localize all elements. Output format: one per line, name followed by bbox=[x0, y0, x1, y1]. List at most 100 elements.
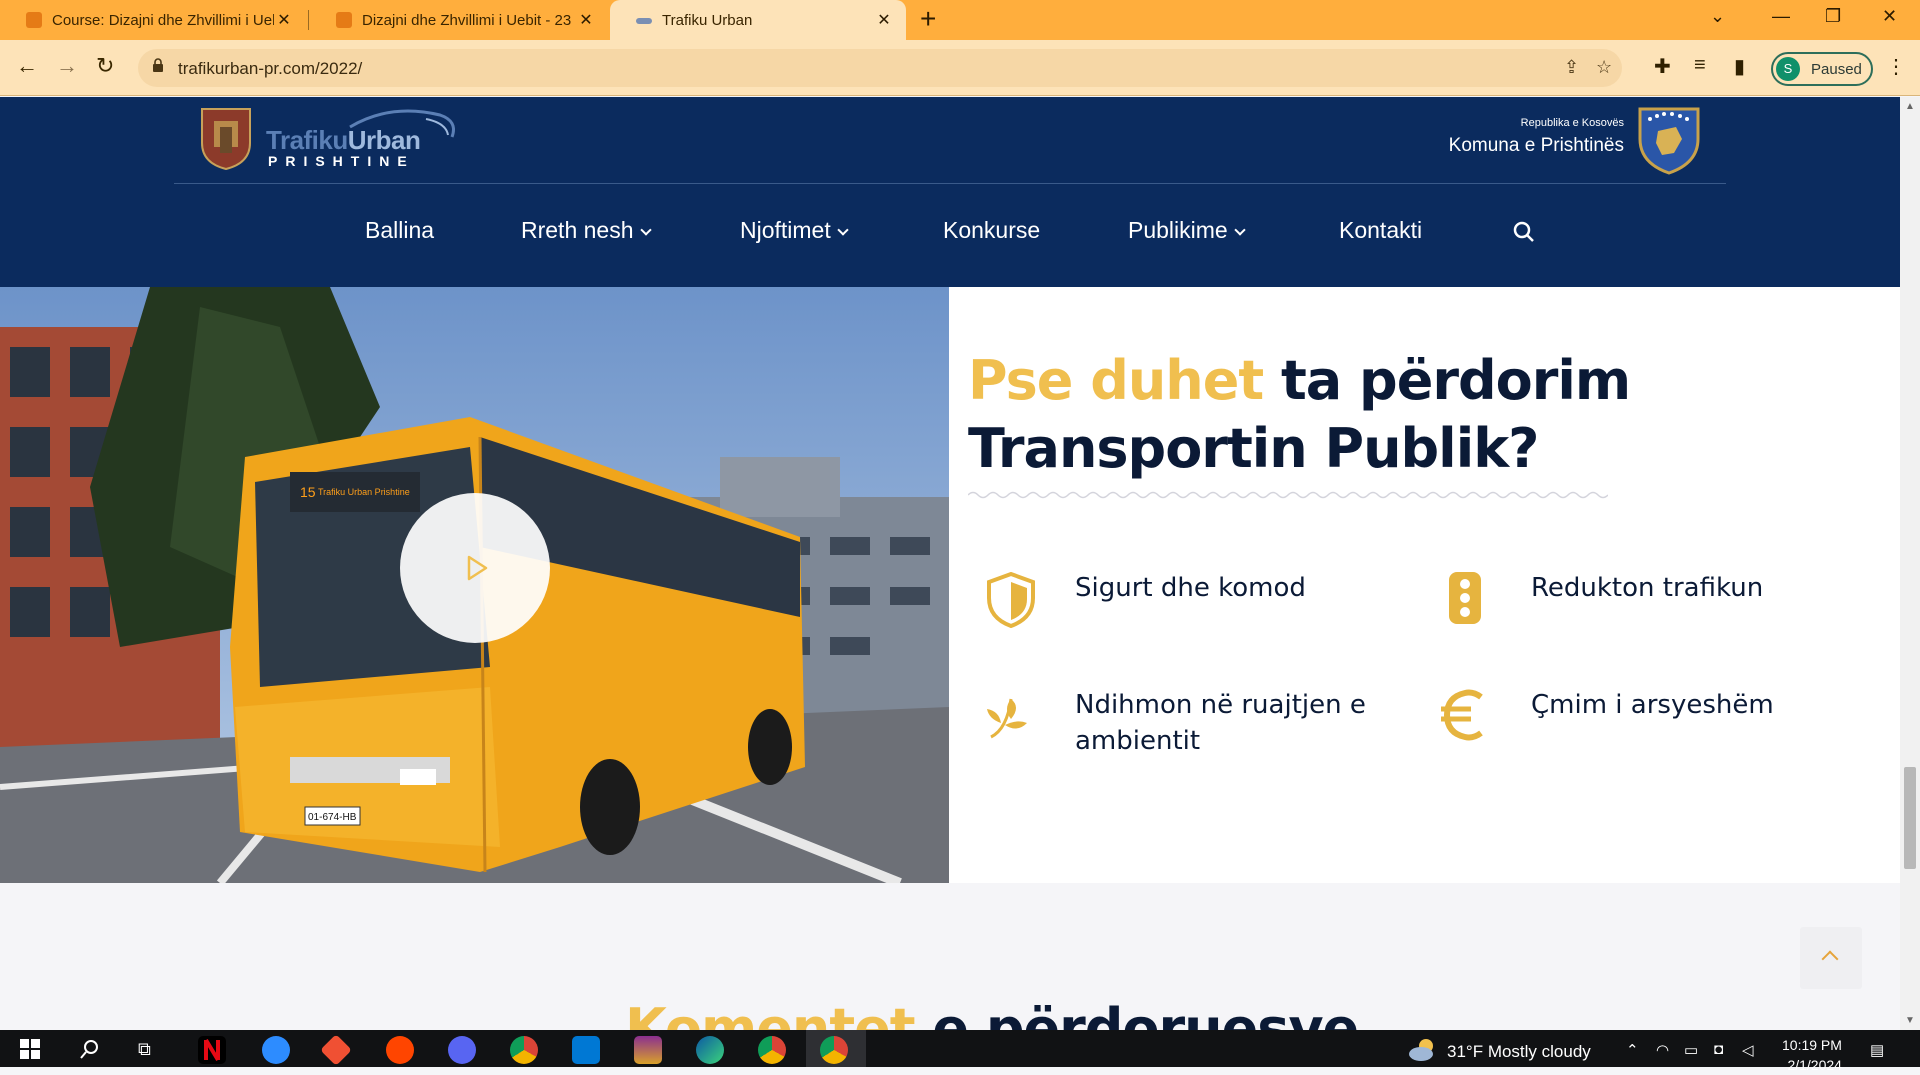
side-panel-icon[interactable]: ▮ bbox=[1734, 54, 1745, 79]
vscode-icon[interactable] bbox=[572, 1036, 600, 1064]
leaf-icon bbox=[987, 698, 1027, 739]
kosovo-emblem-icon[interactable] bbox=[1634, 105, 1704, 175]
url-text[interactable]: trafikurban-pr.com/2022/ bbox=[178, 59, 362, 79]
nav-publikime[interactable]: Publikime bbox=[1128, 217, 1246, 244]
nav-label: Konkurse bbox=[943, 217, 1041, 243]
cloudy-weather-icon[interactable] bbox=[1408, 1036, 1438, 1062]
edge-icon[interactable] bbox=[696, 1036, 724, 1064]
traffic-light-icon bbox=[1449, 572, 1481, 624]
tab-title: Dizajni dhe Zhvillimi i Uebit - 23 bbox=[362, 11, 572, 29]
nav-label: Publikime bbox=[1128, 217, 1228, 243]
back-to-top-button[interactable] bbox=[1800, 927, 1862, 989]
windows-start-icon[interactable] bbox=[20, 1039, 40, 1059]
scroll-down-arrow-icon[interactable]: ▼ bbox=[1905, 1015, 1915, 1026]
feature-traffic: Redukton trafikun bbox=[1531, 573, 1764, 603]
wifi-icon[interactable]: ◠ bbox=[1656, 1041, 1669, 1059]
tab-search-chevron-icon[interactable]: ⌄ bbox=[1710, 6, 1725, 27]
forward-icon[interactable]: → bbox=[56, 53, 78, 79]
reddit-icon[interactable] bbox=[386, 1036, 414, 1064]
volume-icon[interactable]: ◁ bbox=[1742, 1041, 1754, 1059]
browser-tab-2[interactable]: Dizajni dhe Zhvillimi i Uebit - 23 ✕ bbox=[310, 0, 608, 40]
browser-tab-3-active[interactable]: Trafiku Urban ✕ bbox=[610, 0, 906, 40]
title-accent: Pse duhet bbox=[968, 349, 1264, 412]
notifications-icon[interactable]: ▤ bbox=[1870, 1041, 1884, 1059]
chrome-icon[interactable] bbox=[758, 1036, 786, 1064]
title-rest: ta përdorim bbox=[1280, 349, 1631, 412]
nav-label: Rreth nesh bbox=[521, 217, 634, 243]
battery-icon[interactable]: ▭ bbox=[1684, 1041, 1698, 1059]
browser-toolbar: ← → ↻ trafikurban-pr.com/2022/ ⇪ ☆ ✚ ≡ ▮… bbox=[0, 40, 1920, 96]
reload-icon[interactable]: ↻ bbox=[96, 53, 114, 79]
logo-word-2: Urban bbox=[347, 125, 421, 155]
search-icon[interactable] bbox=[1513, 221, 1535, 243]
scroll-thumb[interactable] bbox=[1904, 767, 1916, 869]
prishtina-crest-icon[interactable] bbox=[200, 107, 252, 171]
profile-button[interactable]: S Paused bbox=[1771, 52, 1873, 86]
municipality-label: Komuna e Prishtinës bbox=[1448, 135, 1624, 156]
header-divider bbox=[174, 183, 1726, 184]
title-wave-divider bbox=[968, 491, 1608, 499]
bookmark-star-icon[interactable]: ☆ bbox=[1596, 57, 1612, 78]
close-tab-icon[interactable]: ✕ bbox=[874, 10, 894, 30]
browser-tab-bar: Course: Dizajni dhe Zhvillimi i Uebit ✕ … bbox=[0, 0, 1920, 40]
nav-label: Njoftimet bbox=[740, 217, 831, 243]
browser-tab-1[interactable]: Course: Dizajni dhe Zhvillimi i Uebit ✕ bbox=[0, 0, 306, 40]
minimize-icon[interactable]: — bbox=[1772, 6, 1790, 27]
feature-environment: Ndihmon në ruajtjen e ambientit bbox=[1075, 690, 1366, 756]
nav-ballina[interactable]: Ballina bbox=[365, 217, 434, 244]
media-control-icon[interactable]: ≡ bbox=[1694, 54, 1706, 77]
nav-kontakti[interactable]: Kontakti bbox=[1339, 217, 1422, 244]
why-public-transport-section: Pse duhet ta përdorim Transportin Publik… bbox=[949, 287, 1900, 883]
address-bar[interactable]: trafikurban-pr.com/2022/ ⇪ ☆ bbox=[138, 49, 1622, 87]
nav-konkurse[interactable]: Konkurse bbox=[943, 217, 1040, 244]
task-view-icon[interactable]: ⧉ bbox=[138, 1039, 151, 1060]
winrar-icon[interactable] bbox=[634, 1036, 662, 1064]
share-icon[interactable]: ⇪ bbox=[1564, 57, 1579, 78]
new-tab-icon[interactable]: + bbox=[920, 3, 936, 35]
restore-icon[interactable]: ❐ bbox=[1825, 6, 1841, 27]
logo-wordmark[interactable]: TrafikuUrban bbox=[266, 125, 421, 156]
close-tab-icon[interactable]: ✕ bbox=[576, 10, 596, 30]
chrome-active-icon[interactable] bbox=[820, 1036, 848, 1064]
extensions-puzzle-icon[interactable]: ✚ bbox=[1654, 54, 1671, 79]
logo-word-1: Trafiku bbox=[266, 125, 348, 155]
comments-title-rest: e përdoruesve bbox=[932, 997, 1359, 1030]
page-scrollbar[interactable]: ▲ ▼ bbox=[1900, 97, 1920, 1030]
chrome-profile-icon[interactable] bbox=[510, 1036, 538, 1064]
bus-photo: 15 Trafiku Urban Prishtine 01-674-HB bbox=[0, 287, 949, 883]
nav-label: Ballina bbox=[365, 217, 435, 243]
chevron-down-icon bbox=[639, 224, 652, 236]
chevron-down-icon bbox=[1234, 224, 1246, 236]
feature-price: Çmim i arsyeshëm bbox=[1531, 690, 1774, 720]
republic-label: Republika e Kosovës bbox=[1520, 117, 1624, 129]
play-video-button[interactable] bbox=[400, 493, 550, 643]
browser-menu-icon[interactable]: ⋮ bbox=[1886, 54, 1906, 79]
nav-rreth-nesh[interactable]: Rreth nesh bbox=[521, 217, 652, 244]
clock-time: 10:19 PM bbox=[1782, 1037, 1842, 1053]
scroll-up-arrow-icon[interactable]: ▲ bbox=[1905, 101, 1915, 112]
netflix-n-icon bbox=[204, 1038, 220, 1062]
shield-icon bbox=[987, 572, 1035, 628]
git-icon[interactable] bbox=[320, 1034, 352, 1066]
taskbar-search-icon[interactable] bbox=[80, 1039, 100, 1059]
close-tab-icon[interactable]: ✕ bbox=[274, 10, 294, 30]
netflix-icon[interactable] bbox=[198, 1036, 226, 1064]
clock-date: 2/1/2024 bbox=[1787, 1057, 1842, 1073]
comments-section-title: Komentet e përdoruesve bbox=[625, 997, 1359, 1030]
back-icon[interactable]: ← bbox=[16, 53, 38, 79]
moodle-favicon-icon bbox=[26, 12, 42, 28]
camera-icon[interactable]: ◘ bbox=[1714, 1041, 1723, 1058]
bus-favicon-icon bbox=[636, 18, 652, 24]
windows-taskbar: ⧉ 31°F Mostly cloudy ⌃ ◠ ▭ ◘ ◁ 10:19 PM … bbox=[0, 1030, 1920, 1073]
close-window-icon[interactable]: ✕ bbox=[1882, 6, 1897, 27]
main-navigation: Ballina Rreth nesh Njoftimet Konkurse Pu… bbox=[0, 217, 1900, 257]
nav-njoftimet[interactable]: Njoftimet bbox=[740, 217, 849, 244]
discord-icon[interactable] bbox=[448, 1036, 476, 1064]
weather-text[interactable]: 31°F Mostly cloudy bbox=[1447, 1042, 1591, 1062]
zoom-icon[interactable] bbox=[262, 1036, 290, 1064]
comments-title-accent: Komentet bbox=[625, 997, 916, 1030]
tray-overflow-icon[interactable]: ⌃ bbox=[1626, 1041, 1639, 1059]
tab-title: Trafiku Urban bbox=[662, 11, 753, 29]
system-clock[interactable]: 10:19 PM 2/1/2024 bbox=[1782, 1035, 1842, 1075]
nav-label: Kontakti bbox=[1339, 217, 1423, 243]
